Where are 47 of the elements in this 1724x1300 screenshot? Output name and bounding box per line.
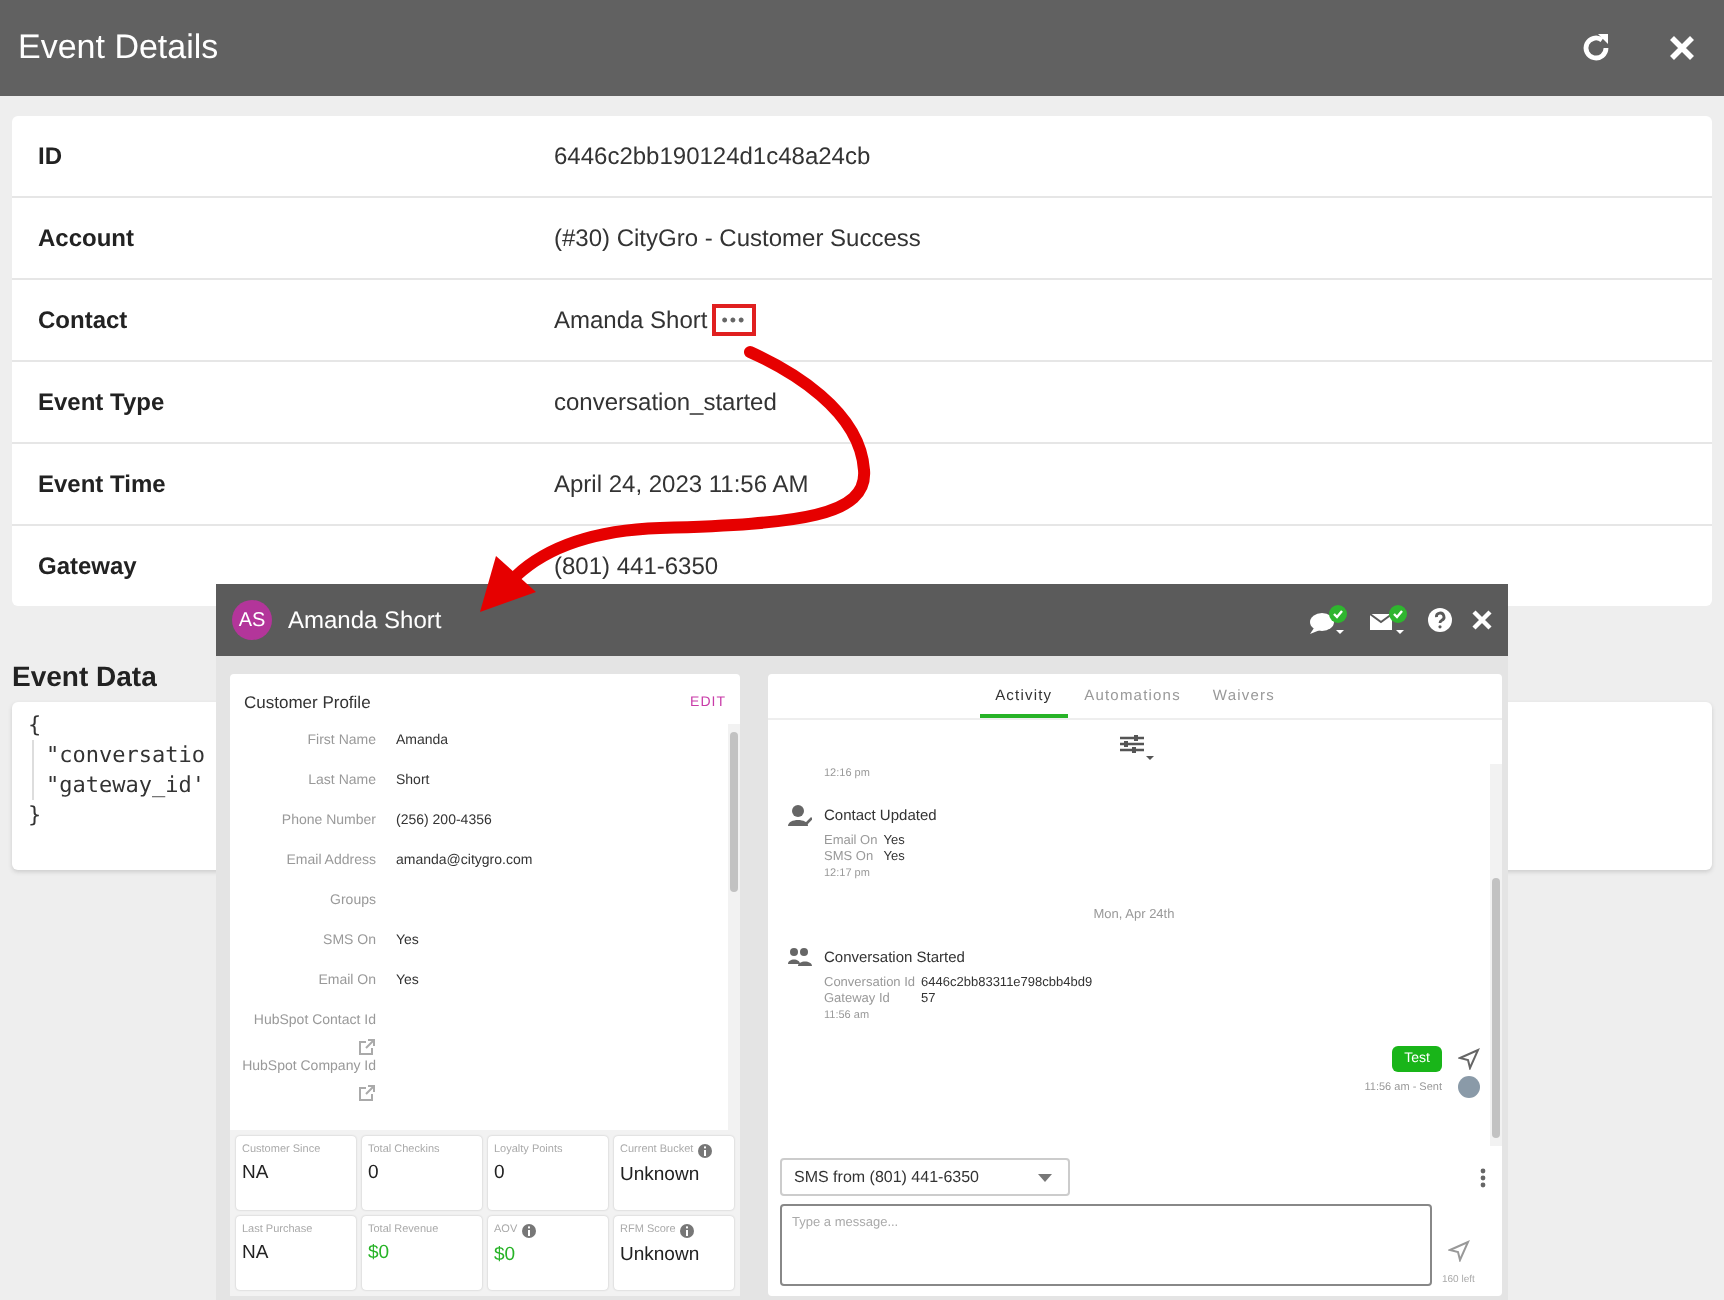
field-label: Contact	[36, 306, 130, 334]
section-title: Event Data	[12, 660, 157, 692]
field-label: Gateway	[36, 552, 139, 580]
code-line: "gateway_id'	[32, 770, 205, 800]
send-icon[interactable]	[1447, 1240, 1470, 1262]
field-value: 6446c2bb190124d1c48a24cb	[554, 142, 871, 170]
person-edit-icon	[788, 804, 812, 826]
code-line: {	[28, 710, 42, 740]
chat-icon[interactable]	[1308, 604, 1348, 636]
contact-name: Amanda Short	[288, 606, 444, 634]
stat-value: Unknown	[620, 1164, 702, 1186]
stat-value: NA	[242, 1162, 271, 1184]
window-title: Event Details	[18, 28, 219, 68]
field-label: Account	[36, 224, 136, 252]
field-label: Event Type	[36, 388, 167, 416]
field-label: Event Time	[36, 470, 168, 498]
code-line: "conversatio	[32, 740, 205, 770]
channel-dropdown[interactable]: SMS from (801) 441-6350	[780, 1158, 1070, 1196]
stat-value: 0	[494, 1162, 507, 1184]
more-button[interactable]: •••	[711, 304, 757, 336]
field-value: (#30) CityGro - Customer Success	[554, 224, 921, 252]
field-value: (801) 441-6350	[554, 552, 719, 580]
mail-icon[interactable]	[1368, 604, 1408, 636]
avatar	[1458, 1076, 1480, 1098]
refresh-icon[interactable]	[1580, 32, 1612, 64]
stat-value: $0	[494, 1244, 518, 1266]
filter-icon[interactable]	[1117, 732, 1153, 760]
close-icon[interactable]	[1668, 34, 1696, 62]
field-value: conversation_started	[554, 388, 777, 416]
avatar: AS	[232, 600, 272, 640]
code-line: }	[28, 800, 42, 830]
field-value: April 24, 2023 11:56 AM	[554, 470, 809, 498]
help-icon[interactable]	[1428, 608, 1452, 632]
panel-title: Customer Profile	[244, 692, 371, 712]
stat-value: Unknown	[620, 1244, 702, 1266]
close-icon[interactable]	[1472, 610, 1492, 630]
stat-value: NA	[242, 1242, 271, 1264]
dropdown-caret-icon	[1038, 1173, 1052, 1181]
field-label: ID	[36, 142, 64, 170]
people-icon	[788, 946, 812, 968]
paper-plane-icon	[1458, 1048, 1480, 1070]
field-value: Amanda Short	[554, 306, 708, 334]
scrollbar[interactable]	[1490, 764, 1502, 1146]
stat-value: 0	[368, 1162, 381, 1184]
scrollbar[interactable]	[728, 724, 740, 1130]
stat-value: $0	[368, 1242, 392, 1264]
kebab-menu-icon[interactable]	[1480, 1167, 1486, 1187]
